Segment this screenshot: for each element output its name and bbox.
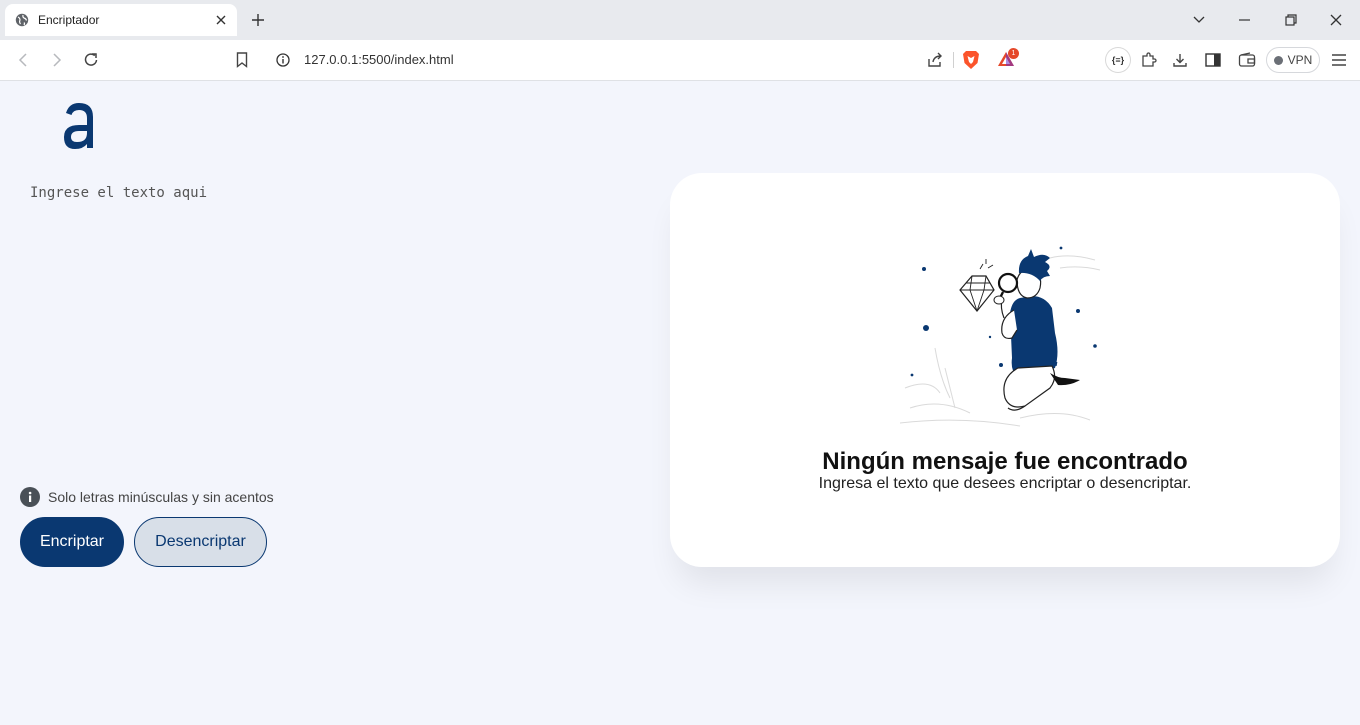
tab-title: Encriptador (38, 13, 100, 27)
download-icon[interactable] (1168, 49, 1192, 71)
minimize-icon[interactable] (1233, 8, 1257, 32)
vpn-button[interactable]: VPN (1266, 47, 1320, 73)
rewards-badge: 1 (1008, 48, 1019, 59)
alura-logo (60, 100, 98, 150)
chevron-down-icon[interactable] (1187, 8, 1211, 32)
sidebar-icon[interactable] (1201, 49, 1225, 71)
menu-icon[interactable] (1327, 49, 1351, 71)
site-info-icon[interactable] (275, 52, 291, 68)
share-icon[interactable] (926, 51, 944, 69)
brave-shield-icon[interactable] (962, 50, 980, 70)
info-icon (20, 487, 40, 507)
rewards-icon[interactable]: 1 (996, 48, 1019, 70)
wallet-icon[interactable] (1235, 49, 1259, 71)
bookmark-icon[interactable] (230, 49, 254, 71)
vpn-label: VPN (1287, 53, 1313, 67)
hint-text: Solo letras minúsculas y sin acentos (48, 489, 274, 505)
tab-strip: Encriptador (0, 0, 1360, 40)
restore-icon[interactable] (1279, 8, 1303, 32)
text-input[interactable] (30, 183, 630, 453)
vpn-status-dot (1273, 55, 1283, 65)
hint: Solo letras minúsculas y sin acentos (20, 487, 274, 507)
address-bar[interactable]: 127.0.0.1:5500/index.html 1 (266, 45, 1023, 75)
back-icon[interactable] (11, 49, 35, 71)
json-viewer-extension-button[interactable]: {≡} (1106, 48, 1130, 72)
forward-icon[interactable] (45, 49, 69, 71)
output-title: Ningún mensaje fue encontrado (822, 448, 1188, 475)
browser-toolbar: 127.0.0.1:5500/index.html 1 VPN (0, 40, 1360, 81)
decrypt-button[interactable]: Desencriptar (134, 517, 267, 567)
globe-icon (15, 13, 29, 27)
search-illustration (900, 246, 1101, 427)
extensions-icon[interactable] (1137, 49, 1161, 71)
close-window-icon[interactable] (1324, 8, 1348, 32)
close-icon[interactable] (213, 12, 229, 28)
encrypt-button[interactable]: Encriptar (20, 517, 124, 567)
reload-icon[interactable] (79, 49, 103, 71)
url-text[interactable]: 127.0.0.1:5500/index.html (304, 52, 454, 67)
output-subtitle: Ingresa el texto que desees encriptar o … (818, 475, 1192, 492)
divider (953, 52, 954, 68)
extension-label: {≡} (1111, 55, 1125, 65)
browser-tab[interactable]: Encriptador (5, 4, 237, 36)
plus-icon[interactable] (248, 10, 268, 30)
output-card: Ningún mensaje fue encontrado Ingresa el… (670, 173, 1340, 567)
